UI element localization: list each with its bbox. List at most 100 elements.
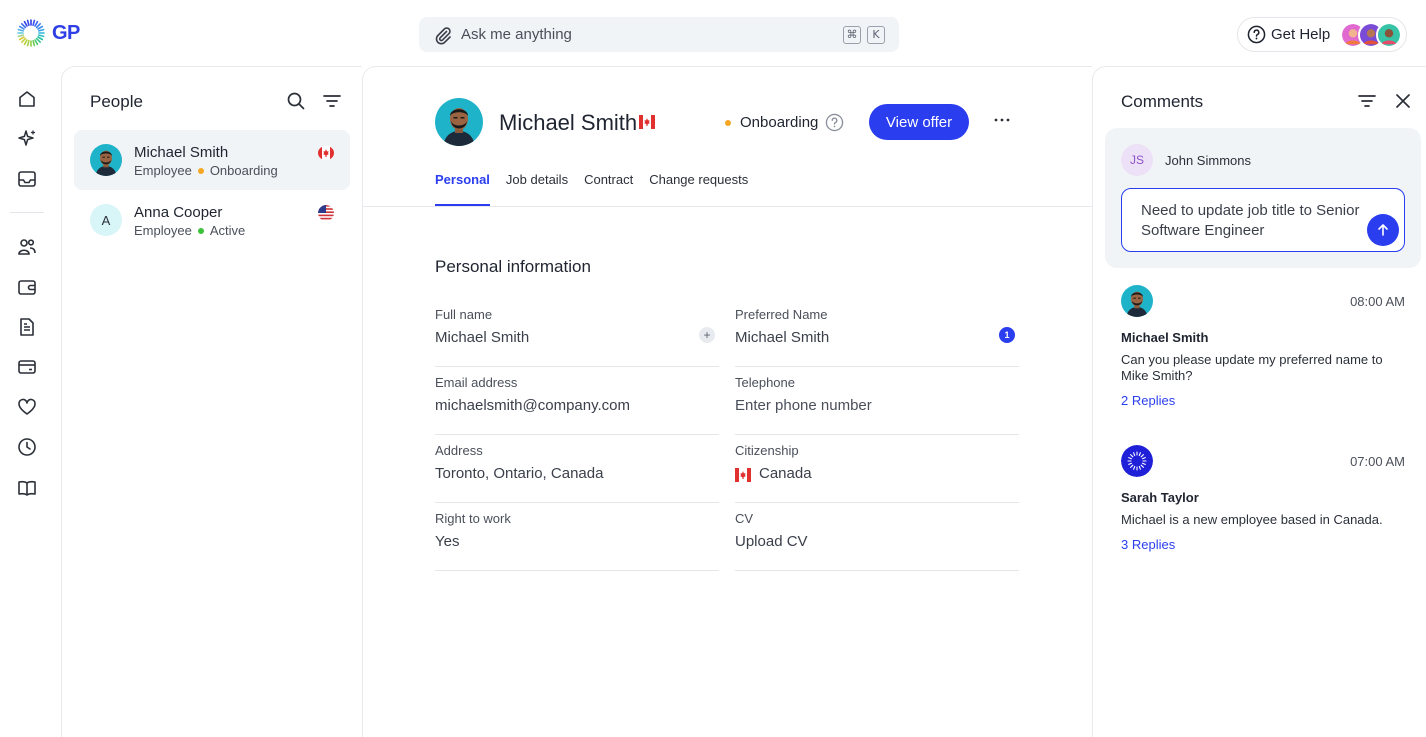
tab-divider	[363, 206, 1093, 207]
avatar	[1121, 285, 1153, 317]
right-to-work-field[interactable]: Right to work Yes	[435, 511, 719, 571]
comment-composer: JS John Simmons Need to update job title…	[1105, 128, 1421, 268]
field-label: Right to work	[435, 511, 511, 526]
view-offer-button[interactable]: View offer	[869, 104, 969, 140]
send-button[interactable]	[1367, 214, 1399, 246]
logo-sunburst-icon	[17, 19, 45, 47]
document-icon[interactable]	[16, 316, 38, 338]
heart-icon[interactable]	[16, 396, 38, 418]
comment-item: 07:00 AM Sarah Taylor Michael is a new e…	[1121, 445, 1405, 555]
cv-field[interactable]: CV Upload CV	[735, 511, 1019, 571]
people-list-item[interactable]: Michael Smith Employee Onboarding	[74, 130, 350, 190]
person-status: Active	[209, 223, 246, 238]
field-value[interactable]: michaelsmith@company.com	[435, 397, 630, 414]
field-label: Preferred Name	[735, 307, 828, 322]
logo-text: GP	[52, 21, 80, 44]
field-label: Telephone	[735, 375, 795, 390]
field-value[interactable]: Canada	[759, 465, 812, 482]
comment-text: Michael is a new employee based in Canad…	[1121, 512, 1383, 527]
canada-flag-icon	[639, 115, 655, 129]
profile-tabs: Personal Job details Contract Change req…	[435, 171, 748, 206]
status-dot	[197, 167, 204, 174]
field-label: Address	[435, 443, 483, 458]
nav-rail	[0, 66, 60, 737]
person-subtitle: Employee Active	[134, 223, 245, 238]
logo[interactable]: GP	[16, 18, 80, 48]
replies-link[interactable]: 2 Replies	[1121, 393, 1175, 408]
sparkle-icon[interactable]	[16, 128, 38, 150]
person-name: Michael Smith	[134, 144, 229, 161]
comment-text: Can you please update my preferred name …	[1121, 352, 1383, 383]
help-circle-icon[interactable]	[825, 113, 844, 132]
filter-icon[interactable]	[321, 90, 343, 112]
question-circle-icon	[1247, 25, 1266, 44]
shortcut-k-key: K	[867, 25, 885, 44]
canada-flag-icon	[318, 146, 334, 160]
comment-item: 08:00 AM Michael Smith Can you please up…	[1121, 285, 1405, 415]
person-status: Onboarding	[209, 163, 278, 178]
field-value[interactable]: Enter phone number	[735, 397, 872, 414]
tab-personal[interactable]: Personal	[435, 171, 490, 206]
close-icon[interactable]	[1392, 90, 1414, 112]
people-icon[interactable]	[16, 236, 38, 258]
citizenship-field[interactable]: Citizenship Canada	[735, 443, 1019, 503]
field-label: Full name	[435, 307, 493, 322]
filter-icon[interactable]	[1356, 90, 1378, 112]
field-value[interactable]: Michael Smith	[735, 329, 829, 346]
tab-change-requests[interactable]: Change requests	[649, 171, 748, 205]
home-icon[interactable]	[16, 88, 38, 110]
replies-link[interactable]: 3 Replies	[1121, 537, 1175, 552]
book-icon[interactable]	[16, 477, 38, 499]
profile-panel: Michael Smith Onboarding View offer Pers…	[362, 66, 1093, 737]
add-comment-icon[interactable]: +	[699, 327, 715, 343]
comment-time: 07:00 AM	[1350, 454, 1405, 469]
field-value[interactable]: Michael Smith	[435, 329, 529, 346]
paperclip-icon[interactable]	[433, 25, 453, 45]
inbox-icon[interactable]	[16, 168, 38, 190]
comment-author: Michael Smith	[1121, 330, 1209, 345]
search-icon[interactable]	[285, 90, 307, 112]
comment-time: 08:00 AM	[1350, 294, 1405, 309]
wallet-icon[interactable]	[16, 276, 38, 298]
preferred-name-field[interactable]: Preferred Name Michael Smith 1	[735, 307, 1019, 367]
status-label: Onboarding	[740, 114, 819, 131]
canada-flag-icon	[735, 468, 751, 482]
top-bar: GP ⌘ K Get Help	[0, 0, 1426, 66]
get-help-button[interactable]: Get Help	[1237, 17, 1407, 52]
composer-name: John Simmons	[1165, 153, 1251, 168]
avatar	[1376, 22, 1402, 48]
avatar: A	[90, 204, 122, 236]
field-label: Email address	[435, 375, 518, 390]
usa-flag-icon	[318, 205, 334, 221]
email-field[interactable]: Email address michaelsmith@company.com	[435, 375, 719, 435]
field-label: CV	[735, 511, 754, 526]
avatar	[90, 144, 122, 176]
section-title: Personal information	[435, 257, 591, 276]
telephone-field[interactable]: Telephone Enter phone number	[735, 375, 1019, 435]
field-value[interactable]: Toronto, Ontario, Canada	[435, 465, 603, 482]
person-subtitle: Employee Onboarding	[134, 163, 278, 178]
more-options-icon[interactable]	[991, 109, 1013, 131]
team-avatars[interactable]	[1340, 22, 1402, 48]
comment-count-badge[interactable]: 1	[999, 327, 1015, 343]
full-name-field[interactable]: Full name Michael Smith +	[435, 307, 719, 367]
person-name: Anna Cooper	[134, 204, 223, 221]
address-field[interactable]: Address Toronto, Ontario, Canada	[435, 443, 719, 503]
field-value[interactable]: Yes	[435, 533, 459, 550]
card-icon[interactable]	[16, 356, 38, 378]
comments-title: Comments	[1121, 92, 1204, 111]
profile-avatar	[435, 98, 483, 146]
comment-author: Sarah Taylor	[1121, 490, 1199, 505]
tab-contract[interactable]: Contract	[584, 171, 633, 205]
clock-icon[interactable]	[16, 436, 38, 458]
logo-avatar-icon	[1121, 445, 1153, 477]
people-title: People	[90, 92, 143, 111]
search-bar[interactable]: ⌘ K	[419, 17, 899, 52]
tab-job-details[interactable]: Job details	[506, 171, 568, 205]
people-list-item[interactable]: A Anna Cooper Employee Active	[74, 190, 350, 250]
comment-input[interactable]: Need to update job title to Senior Softw…	[1121, 188, 1405, 252]
comments-panel: Comments JS John Simmons Need to update …	[1092, 66, 1426, 737]
search-input[interactable]	[461, 26, 837, 43]
upload-cv-link[interactable]: Upload CV	[735, 533, 808, 550]
comment-input-text[interactable]: Need to update job title to Senior Softw…	[1141, 201, 1361, 241]
